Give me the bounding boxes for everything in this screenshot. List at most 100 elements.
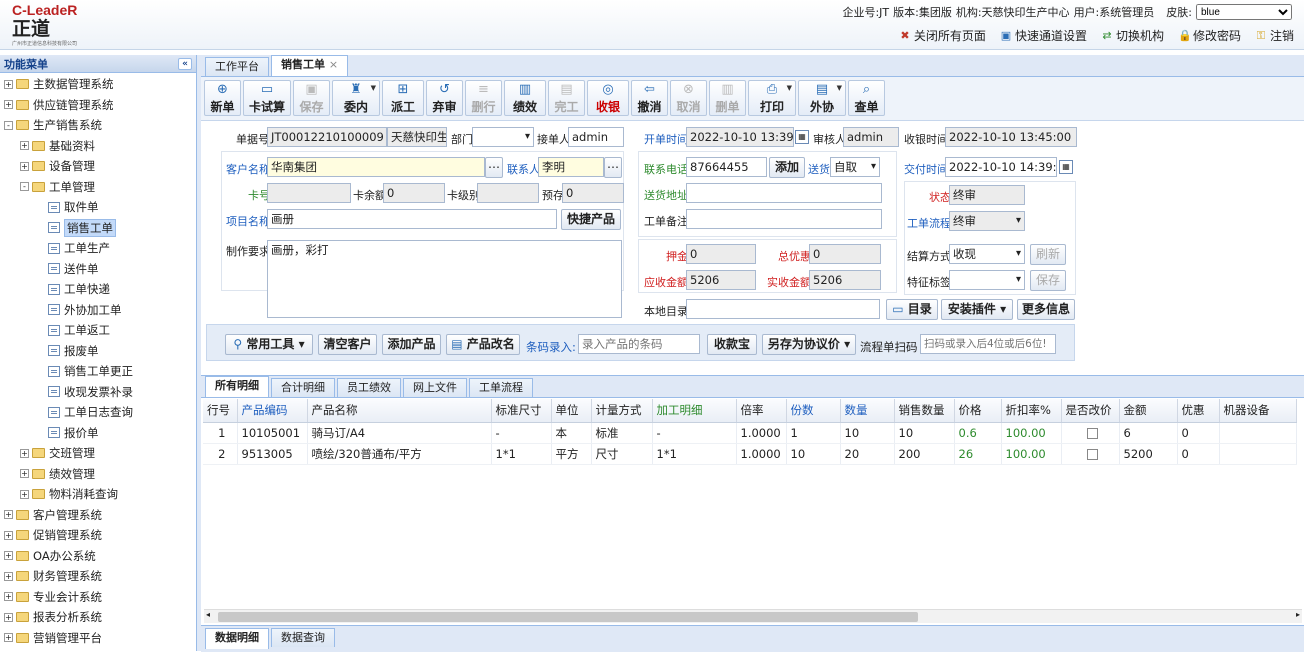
table-cell[interactable]: 0.6 bbox=[954, 422, 1002, 444]
sidebar-item-2[interactable]: - 生产销售系统 bbox=[0, 115, 196, 136]
toolbar-button-0[interactable]: ⊕ 新单 bbox=[204, 80, 241, 116]
table-cell[interactable]: 10 bbox=[894, 422, 955, 444]
dropdown-arrow-icon[interactable]: ▼ bbox=[371, 84, 376, 92]
table-cell[interactable]: 平方 bbox=[551, 443, 592, 465]
sidebar-item-4[interactable]: + 设备管理 bbox=[0, 156, 196, 177]
barcode-input[interactable] bbox=[578, 334, 700, 354]
clear-customer-button[interactable]: 清空客户 bbox=[318, 334, 377, 355]
scan-input[interactable] bbox=[920, 334, 1056, 354]
tag-save-button[interactable]: 保存 bbox=[1030, 270, 1066, 291]
close-icon[interactable]: × bbox=[329, 58, 338, 71]
sidebar-item-20[interactable]: + 物料消耗查询 bbox=[0, 484, 196, 505]
table-cell[interactable]: 10105001 bbox=[237, 422, 308, 444]
toolbar-button-12[interactable]: ▥ 删单 bbox=[709, 80, 746, 116]
table-cell[interactable] bbox=[1219, 422, 1297, 444]
grid-tab-3[interactable]: 网上文件 bbox=[403, 378, 467, 397]
expand-icon[interactable]: + bbox=[20, 161, 29, 171]
top-link-4[interactable]: ⚿ 注销 bbox=[1255, 27, 1294, 44]
table-row[interactable]: 1 10105001 骑马订/A4- 本标准 -1.0000 1 10 10 0.6 100.00… bbox=[203, 422, 1297, 444]
expand-icon[interactable]: + bbox=[20, 489, 29, 499]
expand-icon[interactable]: + bbox=[4, 79, 13, 89]
expand-icon[interactable]: + bbox=[4, 571, 13, 581]
table-cell[interactable]: 1.0000 bbox=[736, 443, 787, 465]
sidebar-item-26[interactable]: + 报表分析系统 bbox=[0, 607, 196, 628]
expand-icon[interactable]: + bbox=[4, 633, 13, 643]
table-cell[interactable]: 喷绘/320普通布/平方 bbox=[307, 443, 492, 465]
table-cell[interactable]: 1*1 bbox=[652, 443, 737, 465]
sidebar-item-8[interactable]: 工单生产 bbox=[0, 238, 196, 259]
dropdown-arrow-icon[interactable]: ▼ bbox=[837, 84, 842, 92]
toolbar-button-1[interactable]: ▭ 卡试算 bbox=[243, 80, 291, 116]
common-tools-button[interactable]: ⚲ 常用工具 ▾ bbox=[225, 334, 313, 355]
sidebar-item-12[interactable]: 工单返工 bbox=[0, 320, 196, 341]
column-header[interactable]: 产品名称 bbox=[307, 399, 492, 423]
sidebar-item-13[interactable]: 报废单 bbox=[0, 341, 196, 362]
collapse-icon[interactable]: « bbox=[178, 57, 192, 70]
scrollbar-thumb[interactable] bbox=[218, 612, 918, 622]
toolbar-button-13[interactable]: ⎙ 打印 ▼ bbox=[748, 80, 796, 116]
toolbar-button-9[interactable]: ◎ 收银 bbox=[587, 80, 629, 116]
sidebar-item-3[interactable]: + 基础资料 bbox=[0, 136, 196, 157]
sidebar-item-23[interactable]: + OA办公系统 bbox=[0, 546, 196, 567]
column-header[interactable]: 产品编码 bbox=[237, 399, 308, 423]
table-cell[interactable]: 本 bbox=[551, 422, 592, 444]
grid-tab-2[interactable]: 员工绩效 bbox=[337, 378, 401, 397]
sidebar-item-17[interactable]: 报价单 bbox=[0, 423, 196, 444]
toolbar-button-3[interactable]: ♜ 委内 ▼ bbox=[332, 80, 380, 116]
collapse-icon[interactable]: - bbox=[4, 120, 13, 130]
sidebar-item-15[interactable]: 收现发票补录 bbox=[0, 382, 196, 403]
bottom-tab-1[interactable]: 数据查询 bbox=[271, 628, 335, 647]
expand-icon[interactable]: + bbox=[4, 592, 13, 602]
table-cell[interactable] bbox=[1061, 422, 1120, 444]
table-row[interactable]: 2 9513005 喷绘/320普通布/平方 1*1 平方 尺寸 1*1 1.0000 10 20… bbox=[203, 443, 1297, 465]
refresh-button[interactable]: 刷新 bbox=[1030, 244, 1066, 265]
column-header[interactable]: 标准尺寸 bbox=[491, 399, 552, 423]
tag-select[interactable] bbox=[949, 270, 1025, 290]
grid-tab-4[interactable]: 工单流程 bbox=[469, 378, 533, 397]
table-cell[interactable]: 标准 bbox=[591, 422, 653, 444]
column-header[interactable]: 折扣率% bbox=[1001, 399, 1062, 423]
table-cell[interactable]: 9513005 bbox=[237, 443, 308, 465]
address-field[interactable] bbox=[686, 183, 882, 203]
top-link-3[interactable]: 🔒 修改密码 bbox=[1178, 27, 1241, 44]
sidebar-item-11[interactable]: 外协加工单 bbox=[0, 300, 196, 321]
toolbar-button-2[interactable]: ▣ 保存 bbox=[293, 80, 330, 116]
toolbar-button-14[interactable]: ▤ 外协 ▼ bbox=[798, 80, 846, 116]
sidebar-item-21[interactable]: + 客户管理系统 bbox=[0, 505, 196, 526]
local-dir-field[interactable] bbox=[686, 299, 880, 319]
table-cell[interactable]: 6 bbox=[1119, 422, 1178, 444]
expand-icon[interactable]: + bbox=[4, 551, 13, 561]
column-header[interactable]: 机器设备 bbox=[1219, 399, 1297, 423]
project-field[interactable]: 画册 bbox=[267, 209, 557, 229]
expand-icon[interactable]: + bbox=[4, 530, 13, 540]
rename-product-button[interactable]: ▤ 产品改名 bbox=[446, 334, 520, 355]
table-cell[interactable]: 0 bbox=[1177, 443, 1220, 465]
scroll-left-icon[interactable]: ◂ bbox=[206, 610, 210, 619]
receiver-field[interactable]: admin bbox=[568, 127, 624, 147]
table-cell[interactable]: 1 bbox=[786, 422, 841, 444]
add-phone-button[interactable]: 添加 bbox=[769, 157, 805, 178]
calendar-icon[interactable]: ▦ bbox=[795, 130, 809, 144]
change-price-checkbox[interactable] bbox=[1086, 448, 1098, 460]
column-header[interactable]: 数量 bbox=[840, 399, 895, 423]
table-cell[interactable]: 200 bbox=[894, 443, 955, 465]
toolbar-button-7[interactable]: ▥ 绩效 bbox=[504, 80, 546, 116]
column-header[interactable]: 份数 bbox=[786, 399, 841, 423]
customer-picker-button[interactable]: ⋯ bbox=[485, 157, 503, 178]
toolbar-button-5[interactable]: ↺ 弃审 bbox=[426, 80, 463, 116]
sidebar-item-24[interactable]: + 财务管理系统 bbox=[0, 566, 196, 587]
column-header[interactable]: 金额 bbox=[1119, 399, 1178, 423]
table-cell[interactable]: - bbox=[491, 422, 552, 444]
requirement-field[interactable]: 画册，彩打 bbox=[267, 240, 622, 318]
toolbar-button-4[interactable]: ⊞ 派工 bbox=[382, 80, 424, 116]
expand-icon[interactable]: + bbox=[20, 448, 29, 458]
expand-icon[interactable]: + bbox=[4, 100, 13, 110]
table-cell[interactable]: 26 bbox=[954, 443, 1002, 465]
table-cell[interactable]: 1.0000 bbox=[736, 422, 787, 444]
table-cell[interactable]: 5200 bbox=[1119, 443, 1178, 465]
sidebar-item-6[interactable]: 取件单 bbox=[0, 197, 196, 218]
more-info-button[interactable]: 更多信息 bbox=[1017, 299, 1075, 320]
expand-icon[interactable]: + bbox=[20, 469, 29, 479]
contact-field[interactable]: 李明 bbox=[538, 157, 604, 177]
dropdown-arrow-icon[interactable]: ▼ bbox=[787, 84, 792, 92]
